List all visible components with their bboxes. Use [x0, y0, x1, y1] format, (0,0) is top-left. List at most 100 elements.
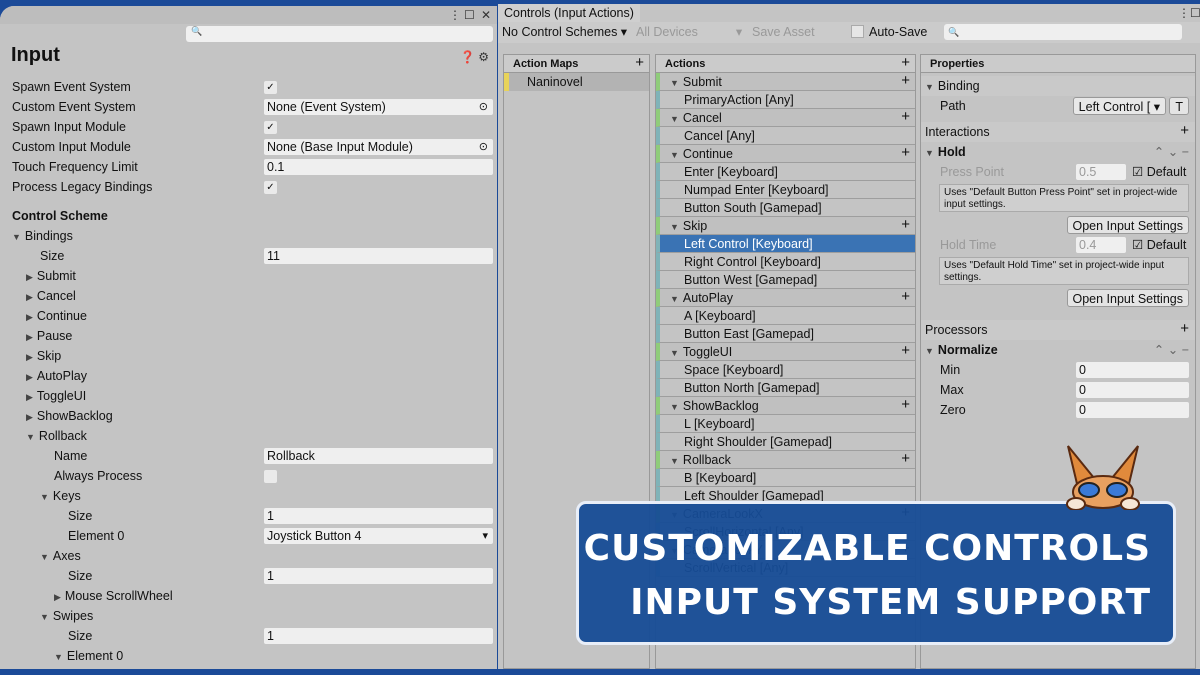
binding-item[interactable]: Space [Keyboard]: [656, 361, 915, 379]
fold-open-icon[interactable]: ▼: [40, 492, 49, 502]
open-input-settings-button[interactable]: Open Input Settings: [1066, 289, 1189, 307]
binding-item[interactable]: Numpad Enter [Keyboard]: [656, 181, 915, 199]
field-label[interactable]: ▼ Bindings: [12, 226, 73, 247]
control-schemes-dropdown[interactable]: No Control Schemes ▾: [502, 22, 627, 43]
field-input[interactable]: 11: [264, 248, 493, 264]
fold-open-icon[interactable]: ▼: [670, 294, 679, 304]
binding-item[interactable]: Cancel [Any]: [656, 127, 915, 145]
field-label[interactable]: ▶ Continue: [26, 306, 87, 327]
add-action-map-button[interactable]: +: [635, 54, 644, 72]
field-input[interactable]: 1: [264, 508, 493, 524]
action-item[interactable]: ▼ ShowBacklog +: [656, 396, 915, 415]
action-item[interactable]: ▼ ToggleUI +: [656, 342, 915, 361]
fold-closed-icon[interactable]: ▶: [26, 332, 33, 342]
fold-closed-icon[interactable]: ▶: [54, 592, 61, 602]
hold-interaction[interactable]: ▼ Hold ⌃ ⌄ −: [921, 142, 1195, 162]
more-icon[interactable]: ⋮: [449, 8, 461, 22]
field-label[interactable]: ▶ Mouse ScrollWheel: [54, 586, 173, 607]
fold-closed-icon[interactable]: ▶: [26, 412, 33, 422]
fold-open-icon[interactable]: ▼: [54, 652, 63, 662]
field-input[interactable]: 1: [264, 628, 493, 644]
fold-open-icon[interactable]: ▼: [40, 612, 49, 622]
field-input[interactable]: 0.1: [264, 159, 493, 175]
fold-open-icon[interactable]: ▼: [670, 150, 679, 160]
devices-dropdown[interactable]: All Devices ▾: [636, 22, 742, 43]
press-point-input[interactable]: 0.5: [1076, 164, 1126, 180]
field-label[interactable]: ▼ Axes: [40, 546, 81, 567]
add-processor-button[interactable]: +: [1180, 319, 1189, 339]
field-input[interactable]: 1: [264, 568, 493, 584]
add-binding-button[interactable]: +: [901, 144, 910, 162]
normalize-processor[interactable]: ▼ Normalize ⌃ ⌄ −: [921, 340, 1195, 360]
field-label[interactable]: ▼ Keys: [40, 486, 81, 507]
fold-open-icon[interactable]: ▼: [670, 222, 679, 232]
action-item[interactable]: ▼ AutoPlay +: [656, 288, 915, 307]
field-label[interactable]: ▼ Rollback: [26, 426, 87, 447]
add-binding-button[interactable]: +: [901, 450, 910, 468]
field-label[interactable]: ▶ ShowBacklog: [26, 406, 113, 427]
close-icon[interactable]: ✕: [481, 8, 491, 22]
fold-open-icon[interactable]: ▼: [40, 552, 49, 562]
fold-open-icon[interactable]: ▼: [670, 114, 679, 124]
field-label[interactable]: ▶ Pause: [26, 326, 72, 347]
auto-save-checkbox[interactable]: [851, 25, 864, 38]
add-interaction-button[interactable]: +: [1180, 121, 1189, 141]
maximize-icon[interactable]: ☐: [464, 8, 475, 22]
normalize-controls[interactable]: ⌃ ⌄ −: [1154, 340, 1189, 360]
object-picker-icon[interactable]: ⊙: [479, 139, 488, 155]
add-binding-button[interactable]: +: [901, 108, 910, 126]
object-picker-icon[interactable]: ⊙: [479, 99, 488, 115]
help-icon[interactable]: ❓: [460, 50, 475, 64]
chevron-down-icon[interactable]: ▾: [482, 528, 488, 544]
fold-open-icon[interactable]: ▼: [26, 432, 35, 442]
binding-item[interactable]: Enter [Keyboard]: [656, 163, 915, 181]
dropdown[interactable]: Joystick Button 4 ▾: [264, 528, 493, 544]
fold-open-icon[interactable]: ▼: [12, 232, 21, 242]
hold-time-default-checkbox[interactable]: ☑ Default: [1132, 235, 1186, 255]
field-label[interactable]: ▼ Element 0: [54, 646, 123, 667]
more-icon[interactable]: ⋮: [1178, 6, 1190, 20]
fold-closed-icon[interactable]: ▶: [26, 272, 33, 282]
action-item[interactable]: ▼ Skip +: [656, 216, 915, 235]
fold-open-icon[interactable]: ▼: [670, 402, 679, 412]
binding-item[interactable]: Button North [Gamepad]: [656, 379, 915, 397]
checkbox[interactable]: ✓: [264, 121, 277, 134]
binding-item[interactable]: Right Shoulder [Gamepad]: [656, 433, 915, 451]
max-input[interactable]: 0: [1076, 382, 1189, 398]
action-item[interactable]: ▼ Cancel +: [656, 108, 915, 127]
field-input[interactable]: None (Base Input Module) ⊙: [264, 139, 493, 155]
action-item[interactable]: ▼ Rollback +: [656, 450, 915, 469]
checkbox[interactable]: ✓: [264, 81, 277, 94]
binding-item[interactable]: Button East [Gamepad]: [656, 325, 915, 343]
binding-item[interactable]: Right Control [Keyboard]: [656, 253, 915, 271]
binding-item[interactable]: Button South [Gamepad]: [656, 199, 915, 217]
save-asset-button[interactable]: Save Asset: [752, 22, 815, 43]
action-item[interactable]: ▼ Continue +: [656, 144, 915, 163]
action-item[interactable]: ▼ Submit +: [656, 72, 915, 91]
path-dropdown[interactable]: Left Control [ ▾: [1072, 97, 1166, 115]
press-point-default-checkbox[interactable]: ☑ Default: [1132, 162, 1186, 182]
action-map-item[interactable]: Naninovel: [504, 73, 649, 91]
field-input[interactable]: Rollback: [264, 448, 493, 464]
hold-controls[interactable]: ⌃ ⌄ −: [1154, 142, 1189, 162]
fold-closed-icon[interactable]: ▶: [26, 372, 33, 382]
checkbox[interactable]: [264, 470, 277, 483]
add-binding-button[interactable]: +: [901, 72, 910, 90]
fold-open-icon[interactable]: ▼: [670, 456, 679, 466]
inspector-search-input[interactable]: 🔍: [186, 26, 493, 42]
binding-section[interactable]: ▼ Binding: [921, 76, 1195, 96]
binding-item[interactable]: PrimaryAction [Any]: [656, 91, 915, 109]
fold-open-icon[interactable]: ▼: [670, 348, 679, 358]
field-label[interactable]: ▶ Submit: [26, 266, 76, 287]
fold-closed-icon[interactable]: ▶: [26, 392, 33, 402]
actions-search-input[interactable]: 🔍: [944, 24, 1182, 40]
field-label[interactable]: ▼ Swipes: [40, 606, 93, 627]
add-binding-button[interactable]: +: [901, 342, 910, 360]
zero-input[interactable]: 0: [1076, 402, 1189, 418]
checkbox[interactable]: ✓: [264, 181, 277, 194]
add-binding-button[interactable]: +: [901, 288, 910, 306]
field-input[interactable]: None (Event System) ⊙: [264, 99, 493, 115]
hold-time-input[interactable]: 0.4: [1076, 237, 1126, 253]
field-label[interactable]: ▶ ToggleUI: [26, 386, 86, 407]
fold-closed-icon[interactable]: ▶: [26, 292, 33, 302]
